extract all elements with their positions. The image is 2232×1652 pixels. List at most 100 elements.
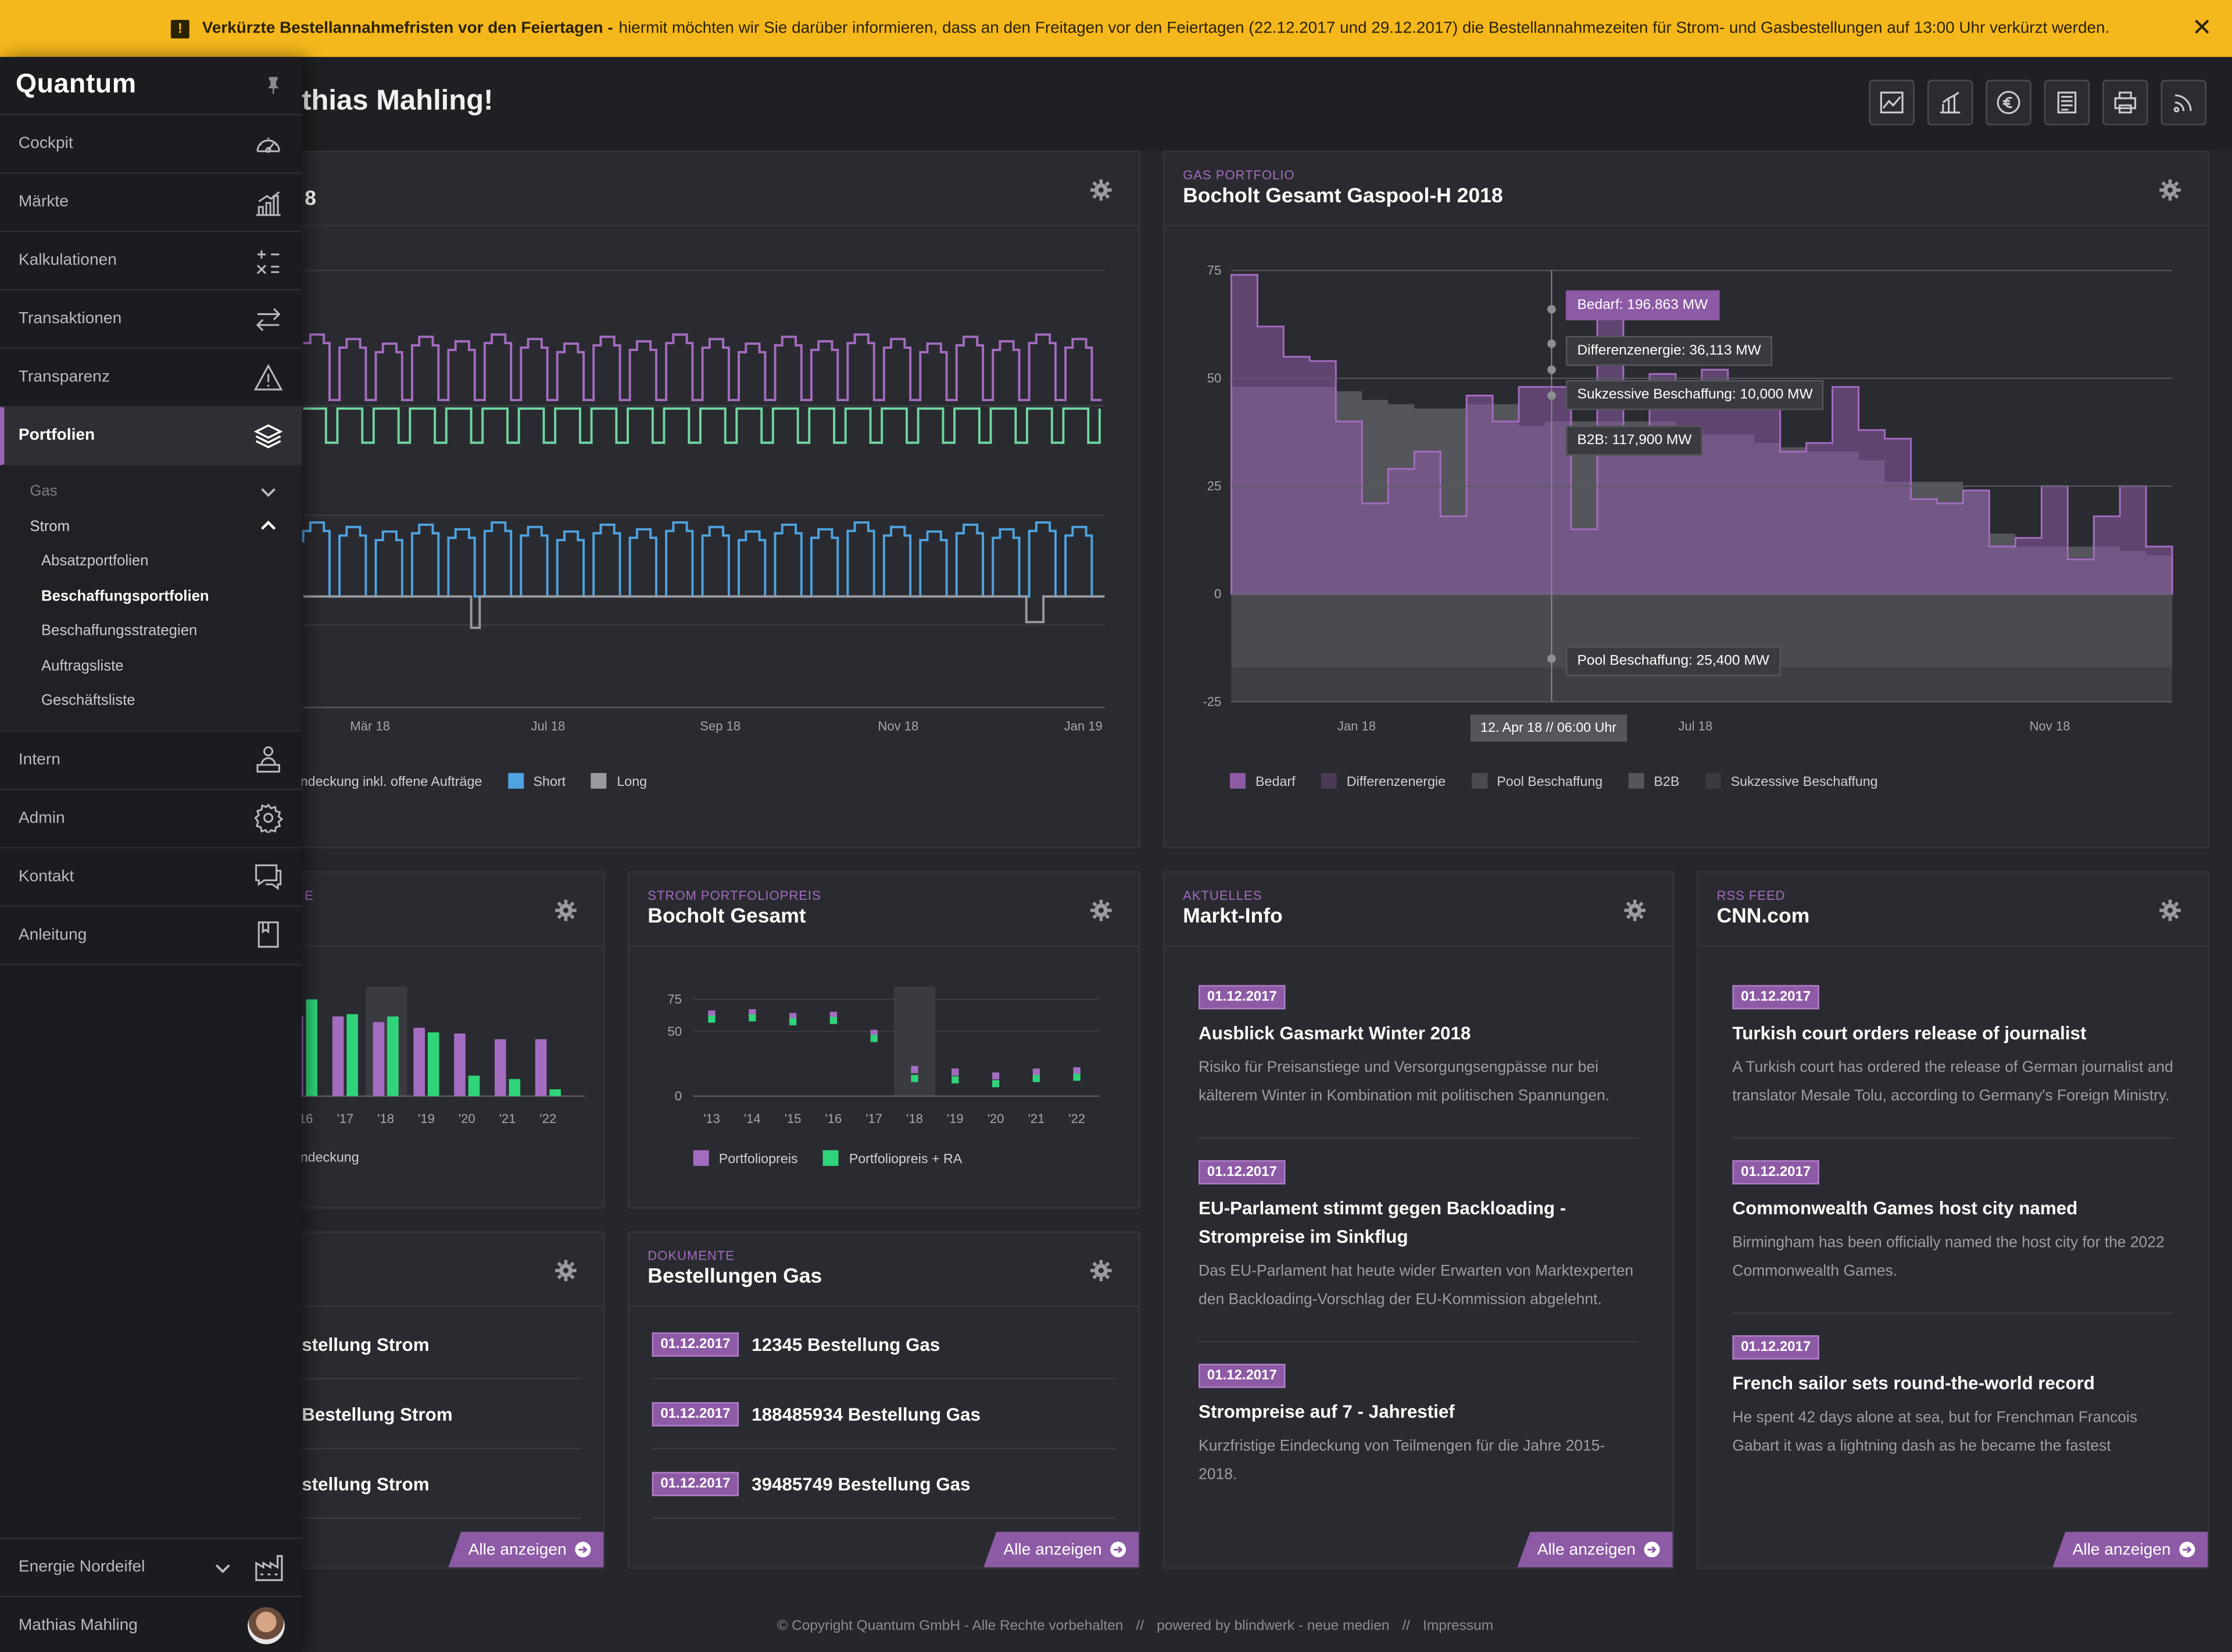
series-line-eindeckung bbox=[303, 333, 1102, 402]
subnav-strom[interactable]: Strom bbox=[0, 509, 302, 544]
user-profile[interactable]: Mathias Mahling bbox=[0, 1596, 302, 1652]
legend-entry[interactable]: Pool Beschaffung bbox=[1471, 773, 1603, 790]
document-row[interactable]: 01.12.2017 39485749 Bestellung Gas bbox=[652, 1449, 1117, 1519]
bar-eindeckung bbox=[468, 1075, 480, 1096]
news-title[interactable]: EU-Parlament stimmt gegen Backloading - … bbox=[1199, 1195, 1639, 1251]
x-tick-label: '20 bbox=[988, 1111, 1004, 1126]
date-badge: 01.12.2017 bbox=[652, 1401, 739, 1426]
bar-portfoliopreis bbox=[535, 1039, 547, 1096]
legend-entry[interactable]: Differenzenergie bbox=[1321, 773, 1446, 790]
subnav-auftragsliste[interactable]: Auftragsliste bbox=[0, 649, 302, 684]
gear-icon[interactable] bbox=[1090, 179, 1112, 201]
nav-item-anleitung[interactable]: Anleitung bbox=[0, 906, 302, 965]
eindeckung-bar-chart: '16'17'18'19'20'21'22 bbox=[292, 986, 585, 1126]
factory-icon[interactable] bbox=[253, 1551, 285, 1583]
document-list-icon[interactable] bbox=[2044, 80, 2090, 126]
chart-area-icon[interactable] bbox=[1869, 80, 1915, 126]
gear-icon[interactable] bbox=[555, 899, 577, 921]
pin-icon[interactable] bbox=[266, 77, 280, 94]
close-icon[interactable]: ✕ bbox=[2192, 14, 2212, 42]
nav-item-kalkulationen[interactable]: Kalkulationen bbox=[0, 232, 302, 291]
legend-entry[interactable]: ndeckung inkl. offene Aufträge bbox=[301, 774, 482, 789]
point-portfoliopreis-ra bbox=[952, 1076, 959, 1084]
news-item[interactable]: 01.12.2017 Commonwealth Games host city … bbox=[1732, 1139, 2174, 1314]
subnav-beschaffungsstrategien[interactable]: Beschaffungsstrategien bbox=[0, 614, 302, 649]
news-title[interactable]: Turkish court orders release of journali… bbox=[1732, 1019, 2173, 1047]
legend-entry[interactable]: Bedarf bbox=[1229, 773, 1296, 790]
printer-icon[interactable] bbox=[2102, 80, 2148, 126]
legend-entry[interactable]: Long bbox=[591, 773, 647, 790]
point-portfoliopreis bbox=[992, 1072, 1000, 1080]
series-line-long bbox=[303, 595, 1105, 629]
x-tick-label: Nov 18 bbox=[2030, 718, 2070, 733]
show-all-button[interactable]: Alle anzeigen ➔ bbox=[1517, 1532, 1673, 1568]
news-item[interactable]: 01.12.2017 Strompreise auf 7 - Jahrestie… bbox=[1199, 1342, 1639, 1516]
x-tick-label: '18 bbox=[377, 1111, 394, 1126]
powered-by-link[interactable]: powered by blindwerk - neue medien bbox=[1157, 1619, 1389, 1635]
document-row[interactable]: 01.12.2017 188485934 Bestellung Gas bbox=[652, 1379, 1117, 1450]
date-badge: 01.12.2017 bbox=[1732, 1160, 1819, 1185]
nav-item-kontakt[interactable]: Kontakt bbox=[0, 848, 302, 906]
nav-item-maerkte[interactable]: Märkte bbox=[0, 174, 302, 233]
document-row[interactable]: stellung Strom bbox=[302, 1449, 581, 1519]
legend-entry[interactable]: ndeckung bbox=[301, 1150, 359, 1166]
news-title[interactable]: French sailor sets round-the-world recor… bbox=[1732, 1369, 2173, 1398]
point-portfoliopreis-ra bbox=[1032, 1075, 1040, 1082]
gear-icon[interactable] bbox=[1090, 899, 1112, 921]
bar-eindeckung bbox=[427, 1032, 439, 1096]
subnav-beschaffungsportfolien[interactable]: Beschaffungsportfolien bbox=[0, 579, 302, 614]
x-tick-label: '20 bbox=[459, 1111, 475, 1126]
show-all-button[interactable]: Alle anzeigen ➔ bbox=[448, 1532, 604, 1568]
news-item[interactable]: 01.12.2017 Turkish court orders release … bbox=[1732, 964, 2174, 1139]
news-item[interactable]: 01.12.2017 Ausblick Gasmarkt Winter 2018… bbox=[1199, 964, 1639, 1139]
news-title[interactable]: Ausblick Gasmarkt Winter 2018 bbox=[1199, 1019, 1639, 1047]
document-row[interactable]: stellung Strom bbox=[302, 1310, 581, 1380]
nav-item-portfolien[interactable]: Portfolien bbox=[0, 407, 302, 466]
legend-entry[interactable]: Portfoliopreis bbox=[693, 1150, 798, 1167]
legend-entry[interactable]: Short bbox=[507, 773, 566, 790]
gear-icon[interactable] bbox=[2159, 179, 2181, 201]
legend-entry[interactable]: Sukzessive Beschaffung bbox=[1705, 773, 1878, 790]
nav-item-admin[interactable]: Admin bbox=[0, 789, 302, 848]
subnav-gas[interactable]: Gas bbox=[0, 474, 302, 509]
rss-icon[interactable] bbox=[2161, 80, 2206, 126]
x-tick-label: '15 bbox=[785, 1111, 802, 1126]
document-row[interactable]: 01.12.2017 12345 Bestellung Gas bbox=[652, 1310, 1117, 1380]
calculator-icon bbox=[256, 249, 280, 274]
subnav-geschaeftsliste[interactable]: Geschäftsliste bbox=[0, 684, 302, 718]
footer: © Copyright Quantum GmbH - Alle Rechte v… bbox=[777, 1618, 1494, 1635]
show-all-button[interactable]: Alle anzeigen ➔ bbox=[2052, 1532, 2208, 1568]
point-portfoliopreis-ra bbox=[749, 1014, 756, 1022]
legend-entry[interactable]: B2B bbox=[1628, 773, 1679, 790]
nav-item-transaktionen[interactable]: Transaktionen bbox=[0, 291, 302, 349]
company-selector[interactable]: Energie Nordeifel bbox=[0, 1537, 302, 1596]
panel-kicker: AKTUELLES bbox=[1183, 888, 1262, 903]
news-item[interactable]: 01.12.2017 EU-Parlament stimmt gegen Bac… bbox=[1199, 1139, 1639, 1343]
nav-item-intern[interactable]: Intern bbox=[0, 731, 302, 789]
impressum-link[interactable]: Impressum bbox=[1423, 1619, 1493, 1635]
chart-bars-icon[interactable] bbox=[1927, 80, 1973, 126]
bar-eindeckung bbox=[306, 999, 318, 1096]
news-title[interactable]: Strompreise auf 7 - Jahrestief bbox=[1199, 1398, 1639, 1426]
panel-title: 8 bbox=[305, 188, 316, 211]
bar-eindeckung bbox=[549, 1089, 561, 1096]
avatar[interactable] bbox=[248, 1607, 285, 1644]
rss-feed-panel: RSS FEED CNN.com 01.12.2017 Turkish cour… bbox=[1697, 871, 2209, 1569]
gear-icon[interactable] bbox=[1090, 1260, 1112, 1282]
euro-icon[interactable] bbox=[1986, 80, 2031, 126]
x-tick-label: '19 bbox=[947, 1111, 964, 1126]
subnav-absatzportfolien[interactable]: Absatzportfolien bbox=[0, 544, 302, 579]
x-tick-label: Jan 18 bbox=[1337, 718, 1376, 733]
nav-item-transparenz[interactable]: Transparenz bbox=[0, 349, 302, 407]
document-row[interactable]: Bestellung Strom bbox=[302, 1379, 581, 1450]
gear-icon[interactable] bbox=[555, 1260, 577, 1282]
panel-title: Markt-Info bbox=[1183, 905, 1283, 928]
news-item[interactable]: 01.12.2017 French sailor sets round-the-… bbox=[1732, 1314, 2173, 1487]
show-all-button[interactable]: Alle anzeigen ➔ bbox=[983, 1532, 1139, 1568]
legend-entry[interactable]: Portfoliopreis + RA bbox=[823, 1150, 962, 1167]
news-title[interactable]: Commonwealth Games host city named bbox=[1732, 1195, 2173, 1223]
gear-icon[interactable] bbox=[1624, 899, 1646, 921]
gear-icon[interactable] bbox=[2159, 899, 2181, 921]
nav-item-cockpit[interactable]: Cockpit bbox=[0, 115, 302, 174]
gas-portfolio-panel: GAS PORTFOLIO Bocholt Gesamt Gaspool-H 2… bbox=[1162, 151, 2209, 849]
